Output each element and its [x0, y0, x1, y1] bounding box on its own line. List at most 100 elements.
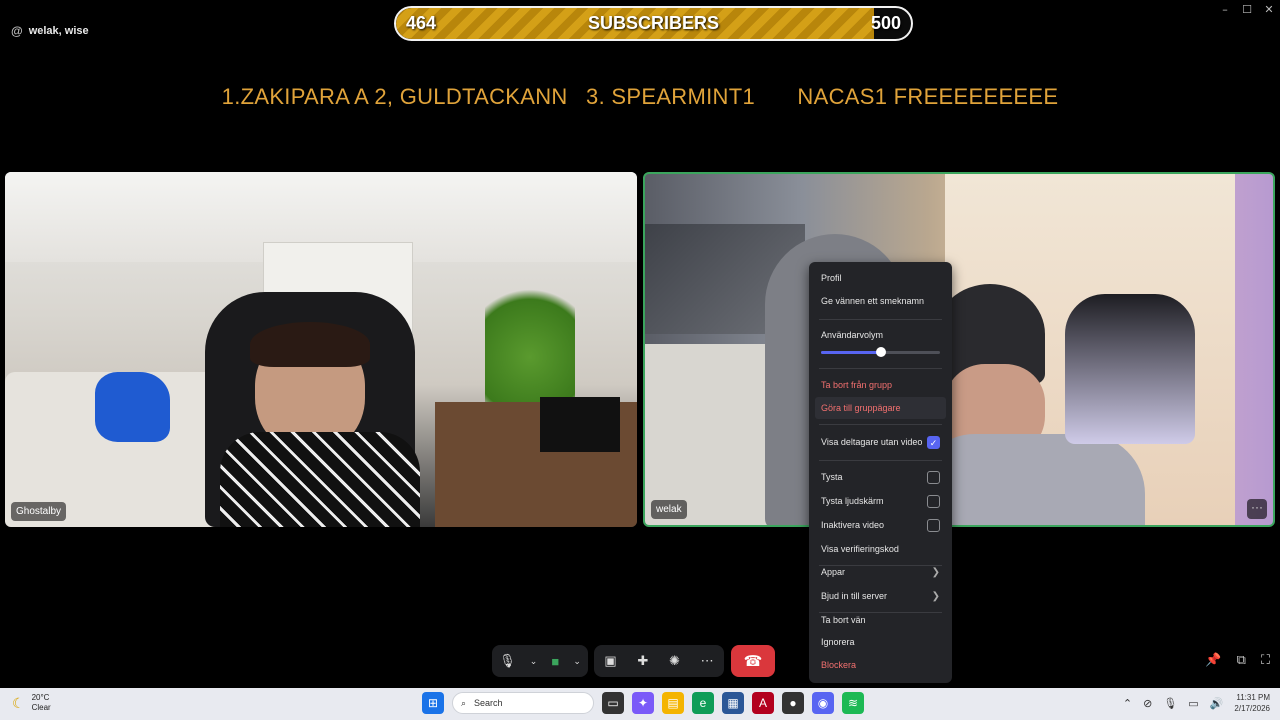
- subscriber-goal: 500: [870, 13, 901, 33]
- menu-divider: [819, 424, 942, 425]
- menu-item-mute-soundboard[interactable]: Tysta ljudskärm: [815, 490, 946, 512]
- app-a-icon[interactable]: A: [752, 692, 774, 714]
- menu-label: Visa deltagare utan video: [821, 437, 923, 447]
- camera-off-icon[interactable]: ⊘: [1143, 697, 1152, 710]
- menu-item-invite-server[interactable]: Bjud in till server ❯: [815, 585, 946, 607]
- chevron-up-icon[interactable]: ⌃: [1123, 697, 1132, 710]
- participant-name: welak: [651, 500, 687, 519]
- menu-label: Bjud in till server: [821, 591, 888, 601]
- menu-item-nickname[interactable]: Ge vännen ett smeknamn: [815, 290, 946, 312]
- menu-divider: [819, 319, 942, 320]
- window-controls: – ☐ ✕: [1214, 0, 1280, 18]
- at-icon: @: [11, 24, 23, 38]
- participant-name: Ghostalby: [11, 502, 67, 521]
- call-view-controls: 📌 ⧉ ⛶: [1205, 652, 1270, 668]
- menu-item-verification-code[interactable]: Visa verifieringskod: [815, 538, 946, 560]
- menu-item-show-no-video[interactable]: Visa deltagare utan video ✓: [815, 431, 946, 453]
- windows-start-icon[interactable]: ⊞: [422, 692, 444, 714]
- chevron-right-icon: ❯: [931, 590, 940, 602]
- microphone-icon[interactable]: 🎙: [1163, 697, 1177, 710]
- menu-label: Användarvolym: [821, 330, 884, 340]
- blue-bag: [95, 372, 170, 442]
- checkbox-icon[interactable]: [927, 470, 940, 484]
- ticker-item: 3. SPEARMINT1: [586, 84, 755, 109]
- task-view-icon[interactable]: ▭: [602, 692, 624, 714]
- checkbox-icon[interactable]: [927, 518, 940, 532]
- clock-time: 11:31 PM: [1236, 693, 1270, 702]
- search-placeholder: Search: [474, 698, 503, 708]
- clock[interactable]: 11:31 PM 2/17/2026: [1234, 692, 1270, 714]
- menu-item-remove-friend[interactable]: Ta bort vän: [815, 609, 946, 631]
- menu-divider: [819, 460, 942, 461]
- chevron-right-icon: ❯: [931, 566, 940, 578]
- audio-video-controls: 🎙 ⌄ ■ ⌄: [492, 645, 588, 677]
- windows-taskbar: ☾ 20°C Clear ⊞ ⌕ Search ▭ ✦ ▤ e ▦ A ● ◉ …: [0, 688, 1280, 720]
- discord-icon[interactable]: ◉: [812, 692, 834, 714]
- minimize-button[interactable]: –: [1214, 0, 1236, 18]
- taskbar-search[interactable]: ⌕ Search: [452, 692, 594, 714]
- subscriber-label: SUBSCRIBERS: [587, 13, 720, 33]
- checkbox-icon[interactable]: [927, 494, 940, 508]
- system-tray: ⌃ ⊘ 🎙 ▭ 🔊 11:31 PM 2/17/2026: [1123, 692, 1270, 714]
- subscriber-current: 464: [406, 13, 437, 33]
- checkbox-checked-icon[interactable]: ✓: [927, 435, 940, 449]
- video-tile-ghostalby[interactable]: Ghostalby: [5, 172, 637, 527]
- participant-context-menu: Profil Ge vännen ett smeknamn Användarvo…: [809, 262, 952, 683]
- disconnect-button[interactable]: ☎: [731, 645, 775, 677]
- file-explorer-icon[interactable]: ▤: [662, 692, 684, 714]
- close-button[interactable]: ✕: [1258, 0, 1280, 18]
- menu-item-apps[interactable]: Appar ❯: [815, 561, 946, 583]
- clock-date: 2/17/2026: [1234, 704, 1270, 713]
- monitor: [540, 397, 620, 452]
- camera-icon[interactable]: ■: [551, 654, 559, 669]
- chevron-down-icon[interactable]: ⌄: [573, 656, 581, 667]
- menu-item-ignore[interactable]: Ignorera: [815, 631, 946, 653]
- menu-label: Blockera: [821, 660, 857, 670]
- network-icon[interactable]: ▭: [1188, 697, 1198, 710]
- maximize-button[interactable]: ☐: [1236, 0, 1258, 18]
- edge-icon[interactable]: e: [692, 692, 714, 714]
- pin-icon[interactable]: 📌: [1205, 652, 1221, 668]
- menu-item-mute[interactable]: Tysta: [815, 466, 946, 488]
- gaming-chair: [1065, 294, 1195, 444]
- menu-item-profile[interactable]: Profil: [815, 267, 946, 289]
- channel-header: @ welak, wise: [11, 24, 89, 38]
- app-game-icon[interactable]: ●: [782, 692, 804, 714]
- menu-label: Ta bort vän: [821, 615, 866, 625]
- more-icon[interactable]: ⋯: [701, 653, 714, 669]
- menu-item-disable-video[interactable]: Inaktivera video: [815, 514, 946, 536]
- volume-knob[interactable]: [875, 347, 886, 357]
- fullscreen-icon[interactable]: ⛶: [1261, 652, 1270, 668]
- chevron-down-icon[interactable]: ⌄: [530, 656, 538, 667]
- menu-item-remove-from-group[interactable]: Ta bort från grupp: [815, 374, 946, 396]
- volume-icon[interactable]: 🔊: [1210, 697, 1224, 710]
- menu-item-make-owner[interactable]: Göra till gruppägare: [815, 397, 946, 419]
- menu-label: Tysta: [821, 472, 843, 482]
- activities-icon[interactable]: ✚: [637, 653, 648, 669]
- menu-label: Göra till gruppägare: [821, 403, 901, 413]
- phone-hangup-icon: ☎: [743, 653, 763, 670]
- user-volume-slider[interactable]: [821, 347, 940, 357]
- menu-label: Profil: [821, 273, 842, 283]
- ticker-item: NACAS1 FREEEEEEEEE: [797, 84, 1059, 109]
- weather-condition: Clear: [31, 703, 51, 712]
- more-options-button[interactable]: ···: [1247, 499, 1267, 519]
- store-icon[interactable]: ▦: [722, 692, 744, 714]
- video-tile-welak[interactable]: welak ···: [643, 172, 1275, 527]
- menu-divider: [819, 368, 942, 369]
- menu-label: Appar: [821, 567, 846, 577]
- subscriber-goal-bar: SUBSCRIBERS 464 500: [394, 6, 913, 41]
- popout-icon[interactable]: ⧉: [1237, 652, 1246, 668]
- spotify-icon[interactable]: ≋: [842, 692, 864, 714]
- soundboard-icon[interactable]: ✺: [669, 653, 680, 669]
- microphone-icon[interactable]: 🎙: [499, 653, 516, 669]
- weather-widget[interactable]: ☾ 20°C Clear: [12, 693, 51, 713]
- leaderboard-ticker: 1.ZAKIPARA A 2, GULDTACKANN 3. SPEARMINT…: [0, 84, 1280, 110]
- copilot-icon[interactable]: ✦: [632, 692, 654, 714]
- menu-label: Inaktivera video: [821, 520, 885, 530]
- menu-label: Ignorera: [821, 637, 855, 647]
- menu-item-block[interactable]: Blockera: [815, 654, 946, 676]
- ticker-item: 1.ZAKIPARA A 2, GULDTACKANN: [221, 84, 568, 109]
- search-icon: ⌕: [461, 697, 467, 708]
- screen-share-icon[interactable]: ▣: [604, 653, 616, 669]
